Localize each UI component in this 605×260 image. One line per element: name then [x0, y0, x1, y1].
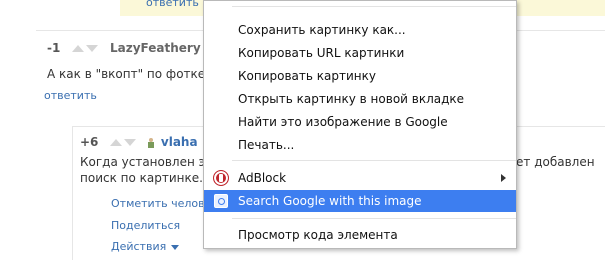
menu-item-label: AdBlock [238, 171, 287, 185]
comment-text: А как в "вкопт" по фотке и [47, 67, 217, 81]
submenu-arrow-icon [501, 174, 506, 182]
adblock-icon [213, 170, 229, 186]
comment-score: +6 [80, 135, 99, 149]
menu-item-search-google-with-image[interactable]: Search Google with this image [204, 190, 516, 212]
downvote-icon[interactable] [86, 45, 99, 52]
comment-text-line1: Когда установлен эт [80, 155, 213, 169]
reply-link-top[interactable]: ответить [146, 0, 199, 9]
tag-person-link[interactable]: Отметить человек [111, 197, 218, 210]
menu-item-print[interactable]: Печать... [204, 134, 516, 156]
comment-text-line2: поиск по картинке. [80, 171, 203, 185]
comment-score: -1 [47, 41, 61, 55]
menu-item-label: Search Google with this image [238, 194, 422, 208]
menu-item-label: Печать... [238, 138, 295, 152]
menu-separator [232, 218, 516, 219]
comment-header-2: +6 vlaha [80, 135, 198, 149]
comment-author[interactable]: LazyFeathery [110, 41, 201, 55]
menu-item-label: Просмотр кода элемента [238, 228, 398, 242]
thread-line [72, 127, 73, 260]
menu-item-label: Копировать картинку [238, 69, 376, 83]
menu-item-save-image[interactable]: Сохранить картинку как... [204, 19, 516, 41]
comment-text-line1-right: ет добавлен [516, 155, 595, 169]
menu-item-copy-image[interactable]: Копировать картинку [204, 65, 516, 87]
share-link[interactable]: Поделиться [111, 219, 180, 232]
upvote-icon[interactable] [110, 139, 123, 146]
chevron-down-icon [171, 244, 180, 250]
menu-item-copy-image-url[interactable]: Копировать URL картинки [204, 42, 516, 64]
menu-item-label: Найти это изображение в Google [238, 115, 448, 129]
menu-item-label: Копировать URL картинки [238, 46, 405, 60]
menu-item-inspect-element[interactable]: Просмотр кода элемента [204, 224, 516, 246]
downvote-icon[interactable] [124, 139, 137, 146]
menu-item-label: Открыть картинку в новой вкладке [238, 92, 465, 106]
menu-item-label: Сохранить картинку как... [238, 23, 406, 37]
menu-item-adblock[interactable]: AdBlock [204, 167, 516, 189]
context-menu: Сохранить картинку как... Копировать URL… [203, 0, 517, 249]
comment-author[interactable]: vlaha [161, 135, 198, 149]
upvote-icon[interactable] [72, 45, 85, 52]
comment-header-1: -1 LazyFeathery от [47, 41, 223, 55]
reply-link[interactable]: ответить [44, 89, 97, 102]
menu-item-open-image-new-tab[interactable]: Открыть картинку в новой вкладке [204, 88, 516, 110]
user-avatar-icon [148, 137, 155, 148]
actions-dropdown[interactable]: Действия [111, 240, 180, 253]
actions-label: Действия [111, 240, 167, 253]
menu-separator [232, 160, 516, 161]
search-by-image-icon [214, 194, 228, 208]
menu-separator [232, 6, 516, 7]
menu-item-search-image-google[interactable]: Найти это изображение в Google [204, 111, 516, 133]
